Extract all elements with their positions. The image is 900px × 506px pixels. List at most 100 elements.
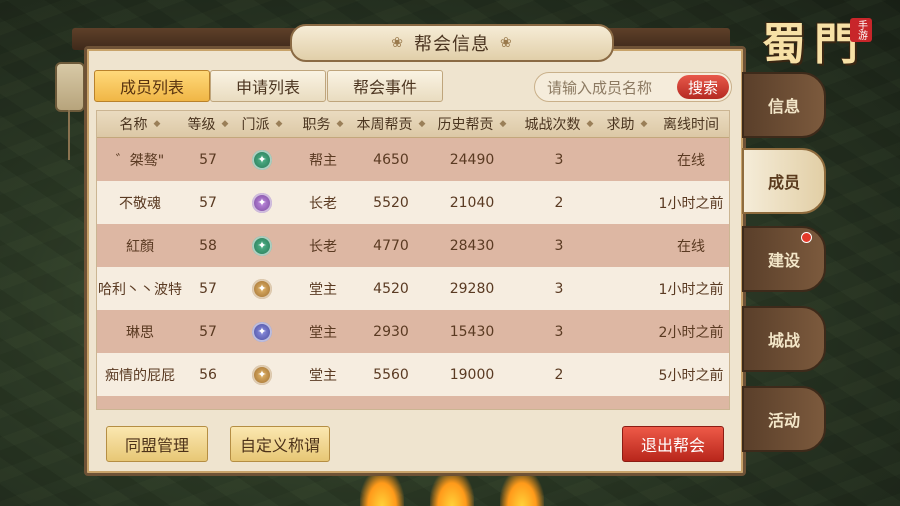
member-role: 堂主: [309, 281, 337, 298]
member-offline-time: 1小时之前: [658, 195, 724, 212]
game-logo-tag: 手游: [850, 18, 872, 42]
member-sect: ✦: [233, 181, 291, 224]
member-weekly-contribution: 2930: [373, 323, 409, 340]
member-offline-time: 1小时之前: [658, 281, 724, 298]
member-role: 长老: [309, 238, 337, 255]
member-history-contribution: 29280: [449, 280, 495, 297]
amber-emblem-icon: ✦: [252, 278, 272, 299]
table-row[interactable]: ゛桀骜" 57 ✦ 帮主 4650 24490 3 在线: [97, 138, 729, 181]
sort-icon: ◆: [640, 119, 648, 129]
member-name: 琳思: [126, 324, 154, 341]
tab-member-list[interactable]: 成员列表: [94, 70, 210, 102]
amber-emblem-icon: ✦: [252, 364, 272, 385]
member-level: 57: [199, 194, 217, 211]
side-tab-construction[interactable]: 建设: [742, 226, 826, 292]
column-header-city-war-count[interactable]: 城战次数 ◆: [517, 111, 601, 137]
sort-icon: ◆: [221, 119, 229, 129]
member-history-contribution: 15430: [449, 323, 495, 340]
column-header-name[interactable]: 名称 ◆: [97, 111, 183, 137]
custom-title-button[interactable]: 自定义称谓: [230, 426, 330, 462]
alliance-management-button[interactable]: 同盟管理: [106, 426, 208, 462]
side-tab-info[interactable]: 信息: [742, 72, 826, 138]
sort-icon: ◆: [499, 119, 507, 129]
violet-emblem-icon: ✦: [252, 192, 272, 213]
member-name: 紅顏: [126, 238, 154, 255]
table-row[interactable]: 紅顏 58 ✦ 长老 4770 28430 3 在线: [97, 224, 729, 267]
member-table-header: 名称 ◆ 等级 ◆ 门派 ◆ 职务 ◆ 本周帮贡 ◆ 历史帮贡 ◆ 城战次数 ◆ 求助 ◆ 离线…: [97, 111, 729, 138]
sort-icon: ◆: [336, 119, 344, 129]
side-tab-members[interactable]: 成员: [742, 148, 826, 214]
column-header-weekly-contribution[interactable]: 本周帮贡 ◆: [355, 111, 427, 137]
member-sect: ✦: [233, 353, 291, 396]
search-button[interactable]: 搜索: [677, 75, 729, 99]
member-role: 堂主: [309, 324, 337, 341]
table-row[interactable]: 痴情的屁屁 56 ✦ 堂主 5560 19000 2 5小时之前: [97, 353, 729, 396]
member-sect: ✦: [233, 310, 291, 353]
emerald-emblem-icon: ✦: [252, 149, 272, 170]
indigo-emblem-icon: ✦: [252, 321, 272, 342]
table-row[interactable]: 不敬魂 57 ✦ 长老 5520 21040 2 1小时之前: [97, 181, 729, 224]
member-offline-time: 2小时之前: [658, 324, 724, 341]
member-weekly-contribution: 4520: [373, 280, 409, 297]
member-name: 哈利丶丶波特: [98, 281, 182, 298]
member-city-war-count: 3: [554, 323, 564, 340]
column-header-offline-time[interactable]: 离线时间: [653, 111, 729, 137]
member-role: 帮主: [309, 152, 337, 169]
member-city-war-count: 3: [554, 237, 564, 254]
member-city-war-count: 2: [554, 366, 564, 383]
member-search-input[interactable]: [545, 77, 679, 99]
member-weekly-contribution: 4650: [373, 151, 409, 168]
side-tab-activities[interactable]: 活动: [742, 386, 826, 452]
notification-dot-icon: [801, 232, 812, 243]
member-help: [601, 310, 653, 353]
member-level: 56: [199, 366, 217, 383]
member-history-contribution: 24490: [449, 151, 495, 168]
side-tab-city-war[interactable]: 城战: [742, 306, 826, 372]
member-offline-time: 在线: [677, 238, 705, 255]
member-offline-time: 5小时之前: [658, 367, 724, 384]
member-sect: ✦: [233, 138, 291, 181]
member-weekly-contribution: 4770: [373, 237, 409, 254]
member-weekly-contribution: 5520: [373, 194, 409, 211]
sort-icon: ◆: [275, 119, 283, 129]
member-search: 搜索: [534, 72, 732, 102]
member-level: 57: [199, 280, 217, 297]
tab-application-list[interactable]: 申请列表: [210, 70, 326, 102]
sort-icon: ◆: [586, 119, 594, 129]
member-name: 不敬魂: [119, 195, 161, 212]
table-row-partial[interactable]: [97, 396, 729, 409]
member-table: 名称 ◆ 等级 ◆ 门派 ◆ 职务 ◆ 本周帮贡 ◆ 历史帮贡 ◆ 城战次数 ◆ 求助 ◆ 离线…: [96, 110, 730, 410]
member-city-war-count: 2: [554, 194, 564, 211]
member-help: [601, 353, 653, 396]
member-sect: ✦: [233, 267, 291, 310]
member-name: 痴情的屁屁: [105, 367, 175, 384]
sort-icon: ◆: [153, 119, 161, 129]
column-header-role[interactable]: 职务 ◆: [291, 111, 355, 137]
member-weekly-contribution: 5560: [373, 366, 409, 383]
lantern-decoration: [55, 62, 85, 160]
column-header-sect[interactable]: 门派 ◆: [233, 111, 291, 137]
member-history-contribution: 28430: [449, 237, 495, 254]
leave-guild-button[interactable]: 退出帮会: [622, 426, 724, 462]
table-row[interactable]: 哈利丶丶波特 57 ✦ 堂主 4520 29280 3 1小时之前: [97, 267, 729, 310]
column-header-history-contribution[interactable]: 历史帮贡 ◆: [427, 111, 517, 137]
member-role: 堂主: [309, 367, 337, 384]
member-name: ゛桀骜": [115, 152, 165, 169]
tab-guild-events[interactable]: 帮会事件: [327, 70, 443, 102]
member-help: [601, 138, 653, 181]
table-row[interactable]: 琳思 57 ✦ 堂主 2930 15430 3 2小时之前: [97, 310, 729, 353]
column-header-help[interactable]: 求助 ◆: [601, 111, 653, 137]
member-level: 57: [199, 323, 217, 340]
member-help: [601, 224, 653, 267]
sort-icon: ◆: [418, 119, 426, 129]
panel-title: 帮会信息: [290, 24, 614, 62]
member-help: [601, 181, 653, 224]
member-city-war-count: 3: [554, 151, 564, 168]
member-level: 58: [199, 237, 217, 254]
column-header-level[interactable]: 等级 ◆: [183, 111, 233, 137]
member-offline-time: 在线: [677, 152, 705, 169]
member-sect: ✦: [233, 224, 291, 267]
member-help: [601, 267, 653, 310]
emerald-emblem-icon: ✦: [252, 235, 272, 256]
member-history-contribution: 19000: [449, 366, 495, 383]
